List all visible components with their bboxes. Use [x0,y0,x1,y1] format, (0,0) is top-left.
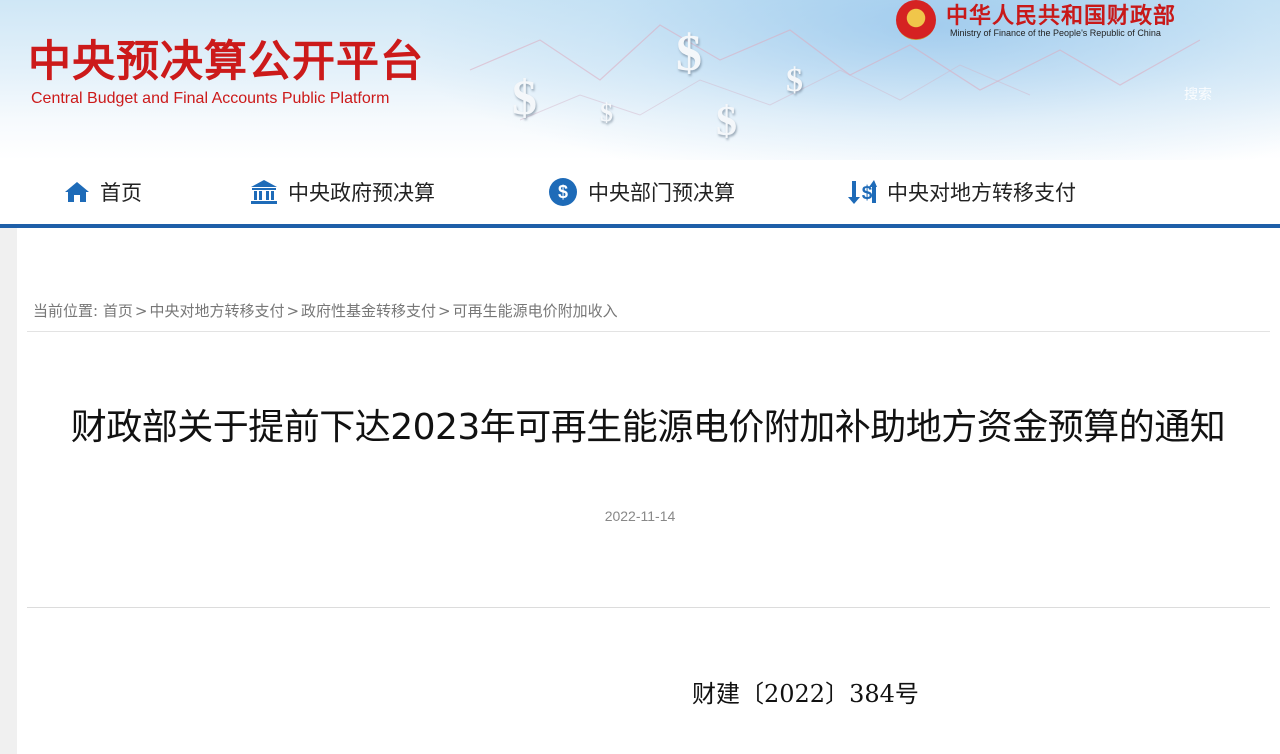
nav-item-label: 中央对地方转移支付 [887,181,1076,205]
article-date: 2022-11-14 [604,508,676,524]
national-emblem-icon [896,0,936,40]
main-nav: 首页 中央政府预决算 $ 中央部门预决算 $ 中央对地方转移支付 [0,160,1280,224]
decorative-dollar-icon: $ [786,62,803,99]
left-gutter [0,228,17,754]
breadcrumb-divider [27,331,1270,332]
nav-item-central-department-budget[interactable]: $ 中央部门预决算 [548,160,735,224]
nav-item-home[interactable]: 首页 [64,160,142,224]
breadcrumb-separator: > [286,302,300,320]
nav-item-label: 首页 [100,181,142,205]
nav-item-label: 中央政府预决算 [288,181,435,205]
breadcrumb-link-government-fund-transfer[interactable]: 政府性基金转移支付 [301,302,436,320]
search-link[interactable]: 搜索 [1184,84,1212,104]
dollar-circle-icon: $ [548,177,578,207]
breadcrumb-link-home[interactable]: 首页 [103,302,133,320]
nav-divider [0,224,1280,228]
ministry-name-en: Ministry of Finance of the People's Repu… [950,28,1161,38]
breadcrumb-prefix: 当前位置: [33,302,99,320]
government-building-icon [250,179,278,205]
breadcrumb-separator: > [438,302,451,320]
ministry-logo[interactable]: 中华人民共和国财政部 Ministry of Finance of the Pe… [896,0,1226,46]
home-icon [64,180,90,204]
platform-logo-en: Central Budget and Final Accounts Public… [31,90,390,107]
decorative-dollar-icon: $ [512,69,537,125]
decorative-dollar-icon: $ [600,98,613,127]
decorative-dollar-icon: $ [676,25,702,82]
breadcrumb-separator: > [134,302,148,320]
nav-item-label: 中央部门预决算 [588,181,735,205]
header-banner: 中央预决算公开平台 Central Budget and Final Accou… [0,0,1280,160]
article-header-divider [27,607,1270,608]
ministry-name-cn: 中华人民共和国财政部 [946,4,1177,29]
breadcrumb: 当前位置: 首页 > 中央对地方转移支付 > 政府性基金转移支付 > 可再生能源电价附加收入 [33,300,618,321]
breadcrumb-link-renewable-energy-surcharge[interactable]: 可再生能源电价附加收入 [453,302,618,320]
article-title: 财政部关于提前下达2023年可再生能源电价附加补助地方资金预算的通知 [70,407,1226,448]
breadcrumb-link-transfer-payments[interactable]: 中央对地方转移支付 [149,302,284,320]
transfer-dollar-icon: $ [847,179,877,205]
platform-logo-cn[interactable]: 中央预决算公开平台 [28,36,424,88]
nav-item-transfer-payments[interactable]: $ 中央对地方转移支付 [847,160,1076,224]
svg-text:$: $ [558,182,568,202]
nav-item-central-government-budget[interactable]: 中央政府预决算 [250,160,435,224]
decorative-dollar-icon: $ [716,99,737,145]
document-number: 财建〔2022〕384号 [692,680,919,708]
